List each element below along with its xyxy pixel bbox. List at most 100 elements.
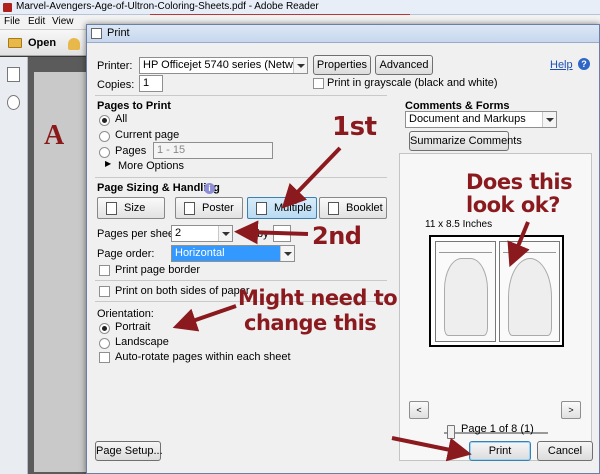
size-button[interactable]: Size bbox=[97, 197, 165, 219]
booklet-button-label: Booklet bbox=[346, 202, 383, 214]
help-icon[interactable]: ? bbox=[578, 58, 590, 70]
annotation-question-2: look ok? bbox=[466, 193, 560, 217]
booklet-button[interactable]: Booklet bbox=[319, 197, 387, 219]
print-border-checkbox[interactable] bbox=[99, 265, 110, 276]
poster-button-label: Poster bbox=[202, 202, 234, 214]
preview-page-header bbox=[439, 245, 492, 253]
annotation-change-2: change this bbox=[244, 311, 377, 335]
grayscale-checkbox[interactable] bbox=[313, 78, 324, 89]
app-titlebar: Marvel-Avengers-Age-of-Ultron-Coloring-S… bbox=[0, 0, 600, 15]
current-page-label: Current page bbox=[115, 129, 180, 141]
landscape-radio[interactable] bbox=[99, 338, 110, 349]
grayscale-label: Print in grayscale (black and white) bbox=[327, 77, 498, 89]
menu-file[interactable]: File bbox=[4, 16, 20, 27]
triangle-right-icon[interactable]: ▶ bbox=[105, 159, 111, 168]
autorotate-checkbox[interactable] bbox=[99, 352, 110, 363]
orientation-label: Orientation: bbox=[97, 308, 154, 320]
preview-figure bbox=[508, 258, 552, 336]
multiple-button-label: Multiple bbox=[274, 202, 312, 214]
page-order-select[interactable]: Horizontal bbox=[171, 245, 295, 262]
help-link[interactable]: Help bbox=[550, 59, 573, 71]
info-icon[interactable]: i bbox=[204, 183, 215, 194]
prev-arrow-icon: < bbox=[416, 405, 422, 415]
multiple-icon bbox=[256, 202, 267, 215]
cancel-button[interactable]: Cancel bbox=[537, 441, 593, 461]
page-slider-thumb[interactable] bbox=[447, 425, 455, 439]
preview-page-header bbox=[503, 245, 556, 253]
all-pages-radio[interactable] bbox=[99, 115, 110, 126]
hand-tool-icon[interactable] bbox=[68, 38, 80, 50]
annotation-1st: 1st bbox=[332, 112, 377, 142]
duplex-divider bbox=[95, 280, 387, 281]
copies-input[interactable]: 1 bbox=[139, 75, 163, 92]
multiple-button[interactable]: Multiple bbox=[247, 197, 317, 219]
chevron-down-icon bbox=[293, 58, 307, 73]
print-border-label: Print page border bbox=[115, 264, 200, 276]
print-button[interactable]: Print bbox=[469, 441, 531, 461]
pages-panel-icon[interactable] bbox=[7, 67, 20, 82]
menu-edit[interactable]: Edit bbox=[28, 16, 45, 27]
chevron-down-icon bbox=[542, 112, 556, 127]
preview-sheet bbox=[429, 235, 564, 347]
comments-forms-value: Document and Markups bbox=[409, 113, 526, 125]
advanced-button[interactable]: Advanced bbox=[375, 55, 433, 75]
portrait-label: Portrait bbox=[115, 321, 151, 333]
pages-range-placeholder: 1 - 15 bbox=[157, 144, 186, 156]
sizing-title: Page Sizing & Handling bbox=[97, 182, 220, 194]
summarize-comments-button[interactable]: Summarize Comments bbox=[409, 131, 522, 151]
pages-to-print-divider bbox=[95, 95, 387, 96]
navigation-pane bbox=[0, 57, 28, 474]
annotation-change-1: Might need to bbox=[238, 286, 398, 310]
annotation-2nd: 2nd bbox=[312, 222, 362, 250]
by-label: by bbox=[257, 228, 269, 240]
dialog-title: Print bbox=[107, 27, 130, 39]
page-order-value: Horizontal bbox=[175, 247, 225, 259]
paper-size-label: 11 x 8.5 Inches bbox=[425, 219, 493, 230]
attachments-icon[interactable] bbox=[7, 95, 20, 110]
all-pages-label: All bbox=[115, 113, 128, 125]
pages-range-radio[interactable] bbox=[99, 147, 110, 158]
annotation-question-1: Does this bbox=[466, 170, 573, 194]
chevron-down-icon bbox=[280, 246, 294, 261]
pages-range-label: Pages bbox=[115, 145, 147, 157]
both-sides-checkbox[interactable] bbox=[99, 286, 110, 297]
printer-label: Printer: bbox=[97, 60, 133, 72]
poster-button[interactable]: Poster bbox=[175, 197, 243, 219]
prev-page-button[interactable]: < bbox=[409, 401, 429, 419]
chevron-down-icon bbox=[218, 226, 232, 241]
pages-per-sheet-select[interactable]: 2 bbox=[171, 225, 233, 242]
app-title: Marvel-Avengers-Age-of-Ultron-Coloring-S… bbox=[16, 1, 319, 12]
landscape-label: Landscape bbox=[115, 336, 169, 348]
preview-page-2 bbox=[499, 241, 560, 342]
comments-forms-select[interactable]: Document and Markups bbox=[405, 111, 557, 128]
preview-page-1 bbox=[435, 241, 496, 342]
printer-value: HP Officejet 5740 series (Network) bbox=[143, 59, 308, 71]
size-button-label: Size bbox=[124, 202, 146, 214]
booklet-icon bbox=[328, 202, 339, 215]
copies-value: 1 bbox=[143, 77, 150, 89]
current-page-radio[interactable] bbox=[99, 131, 110, 142]
menu-view[interactable]: View bbox=[52, 16, 74, 27]
copies-label: Copies: bbox=[97, 79, 135, 91]
pages-to-print-title: Pages to Print bbox=[97, 100, 171, 112]
portrait-radio[interactable] bbox=[99, 323, 110, 334]
pages-per-sheet-columns[interactable] bbox=[273, 225, 291, 242]
print-dialog-icon bbox=[91, 28, 102, 39]
pages-per-sheet-value: 2 bbox=[175, 227, 182, 239]
avengers-logo: A bbox=[44, 120, 65, 151]
more-options-link[interactable]: More Options bbox=[118, 160, 184, 172]
page-setup-button[interactable]: Page Setup... bbox=[95, 441, 163, 461]
next-page-button[interactable]: > bbox=[561, 401, 581, 419]
autorotate-label: Auto-rotate pages within each sheet bbox=[115, 351, 291, 363]
page-order-label: Page order: bbox=[97, 248, 155, 260]
pages-range-input[interactable]: 1 - 15 bbox=[153, 142, 273, 159]
open-button[interactable]: Open bbox=[6, 34, 62, 52]
sizing-divider bbox=[95, 177, 387, 178]
next-arrow-icon: > bbox=[568, 405, 574, 415]
printer-select[interactable]: HP Officejet 5740 series (Network) bbox=[139, 57, 308, 74]
properties-button[interactable]: Properties bbox=[313, 55, 371, 75]
page-indicator: Page 1 of 8 (1) bbox=[461, 423, 534, 435]
dialog-titlebar: Print bbox=[87, 25, 599, 43]
both-sides-label: Print on both sides of paper bbox=[115, 285, 250, 297]
poster-icon bbox=[184, 202, 195, 215]
